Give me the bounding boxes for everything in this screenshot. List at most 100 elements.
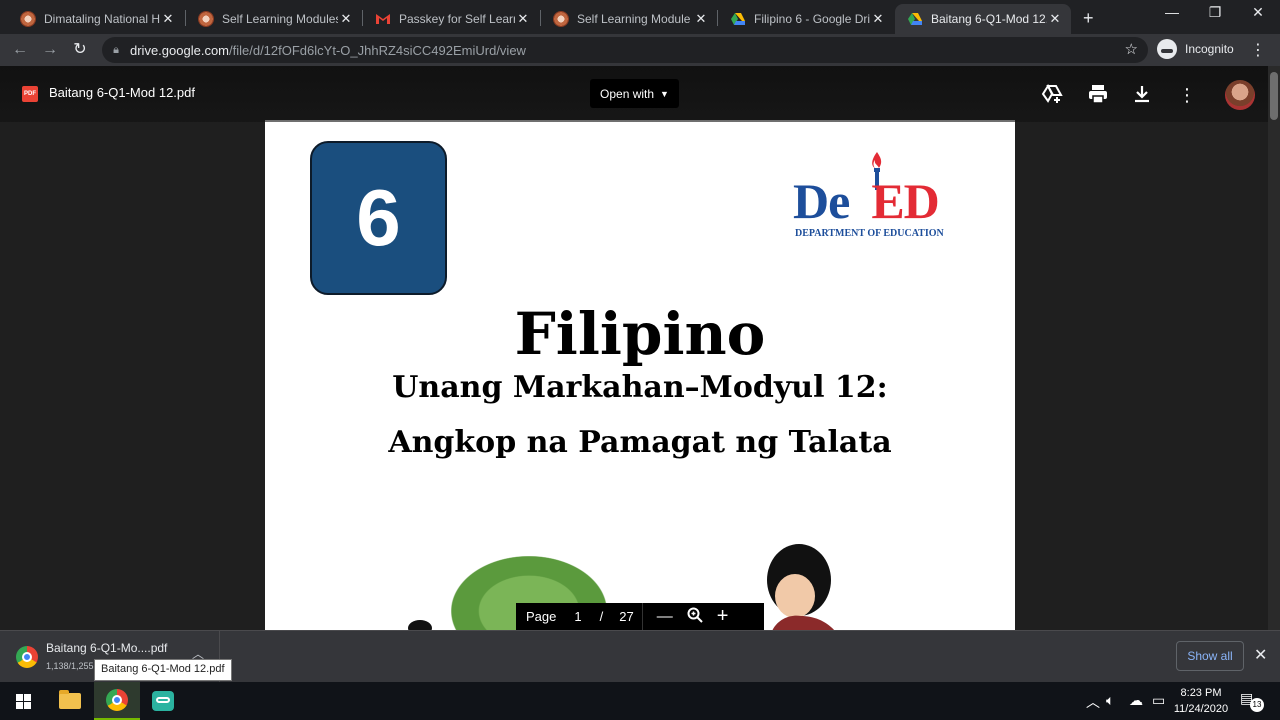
download-progress: 1,138/1,255	[46, 661, 94, 671]
tab-title: Filipino 6 - Google Drive	[754, 12, 870, 26]
grade-number-box: 6	[310, 141, 447, 295]
avatar[interactable]	[1225, 80, 1255, 110]
chrome-taskbar-button[interactable]	[94, 682, 140, 720]
school-seal-icon	[20, 11, 36, 27]
notification-center-icon[interactable]: ▤ 13	[1240, 690, 1264, 712]
system-clock[interactable]: 8:23 PM 11/24/2020	[1170, 685, 1232, 717]
tab-title: Passkey for Self Learnin	[399, 12, 515, 26]
downloads-bar: Baitang 6-Q1-Mo....pdf 1,138/1,255 ︿ Bai…	[0, 630, 1280, 683]
file-title: Baitang 6-Q1-Mod 12.pdf	[49, 85, 195, 100]
start-button[interactable]	[0, 682, 46, 720]
viewer-scrollbar[interactable]	[1268, 66, 1280, 630]
windows-taskbar: ︿ 🔈︎ ☁︎ ▭ 8:23 PM 11/24/2020 ▤ 13	[0, 682, 1280, 720]
close-icon[interactable]: ✕	[1047, 11, 1063, 27]
google-drive-icon	[730, 11, 746, 27]
zoom-out-icon[interactable]: —	[657, 608, 673, 626]
address-bar[interactable]: 🔒︎ drive.google.com/file/d/12fOFd6lcYt-O…	[102, 37, 1148, 63]
document-title: Filipino	[514, 300, 766, 368]
deped-word-left: De	[793, 173, 850, 229]
tab-title: Self Learning Modules	[222, 12, 338, 26]
divider	[641, 603, 643, 630]
onedrive-icon[interactable]: ☁︎	[1129, 692, 1143, 709]
incognito-label: Incognito	[1185, 42, 1234, 56]
download-icon[interactable]	[1130, 83, 1154, 107]
page-separator: /	[599, 609, 604, 624]
tab-title: Self Learning Module D	[577, 12, 693, 26]
tab-passkey[interactable]: Passkey for Self Learnin ✕	[363, 4, 539, 34]
page-controls: Page 1 / 27 — +	[516, 603, 764, 630]
folder-icon	[59, 690, 81, 709]
viewer-header: PDF Baitang 6-Q1-Mod 12.pdf Open with ▼ …	[0, 66, 1280, 122]
tray-chevron-icon[interactable]: ︿	[1086, 692, 1100, 712]
tab-filipino-drive[interactable]: Filipino 6 - Google Drive ✕	[718, 4, 894, 34]
gmail-icon	[375, 11, 391, 27]
incognito-icon	[1157, 39, 1177, 59]
zoom-in-icon[interactable]: +	[717, 605, 729, 628]
incognito-profile-button[interactable]: Incognito	[1157, 39, 1234, 59]
tab-title: Baitang 6-Q1-Mod 12.p	[931, 12, 1047, 26]
clock-time: 8:23 PM	[1180, 687, 1222, 699]
url-path: /file/d/12fOFd6lcYt-O_JhhRZ4siCC492EmiUr…	[229, 42, 526, 58]
close-icon[interactable]: ✕	[160, 11, 176, 27]
download-tooltip: Baitang 6-Q1-Mod 12.pdf	[94, 659, 232, 681]
page-label: Page	[526, 609, 557, 624]
caret-down-icon: ▼	[660, 88, 669, 99]
close-icon[interactable]: ✕	[338, 11, 354, 27]
tab-self-learning-modules[interactable]: Self Learning Modules ✕	[186, 4, 362, 34]
zoom-icon	[687, 607, 703, 626]
more-options-icon[interactable]: ⋮	[1175, 83, 1199, 107]
browser-menu-icon[interactable]: ⋮	[1250, 40, 1266, 60]
document-subtitle-quarter: Unang Markahan–Modyul 12:	[392, 370, 888, 405]
back-icon[interactable]: ←	[9, 39, 31, 61]
new-tab-icon[interactable]: +	[1083, 8, 1094, 29]
windows-logo-icon	[15, 693, 31, 709]
close-icon[interactable]: ✕	[515, 11, 531, 27]
volume-icon[interactable]: 🔈︎	[1106, 692, 1114, 709]
restore-icon[interactable]: ❐	[1195, 4, 1235, 21]
browser-toolbar: ← → ↻ 🔒︎ drive.google.com/file/d/12fOFd6…	[0, 34, 1280, 66]
dark-figure-illustration	[408, 620, 432, 630]
deped-subtitle: DEPARTMENT OF EDUCATION	[795, 228, 944, 239]
open-with-label: Open with	[600, 86, 655, 101]
lock-icon[interactable]: 🔒︎	[102, 44, 130, 57]
scrollbar-thumb[interactable]	[1270, 72, 1278, 120]
tab-self-learning-module-d[interactable]: Self Learning Module D ✕	[541, 4, 717, 34]
window-close-icon[interactable]: ✕	[1238, 4, 1278, 21]
google-drive-icon	[907, 11, 923, 27]
clock-date: 11/24/2020	[1173, 703, 1229, 715]
close-downloads-icon[interactable]: ✕	[1254, 645, 1267, 665]
minimize-icon[interactable]: —	[1152, 4, 1192, 20]
network-icon[interactable]: ▭	[1152, 692, 1165, 709]
forward-icon[interactable]: →	[39, 39, 61, 61]
show-all-button[interactable]: Show all	[1176, 641, 1244, 671]
drive-pdf-viewer: 6 De ED DEPARTMENT OF EDUCATION Filipino …	[0, 66, 1280, 630]
chrome-icon	[106, 689, 128, 711]
deped-logo: De ED DEPARTMENT OF EDUCATION	[793, 150, 973, 245]
tab-strip: Dimataling National Hig ✕ Self Learning …	[0, 0, 1280, 34]
bookmark-star-icon[interactable]: ☆	[1125, 40, 1138, 58]
reload-icon[interactable]: ↻	[69, 39, 91, 61]
school-seal-icon	[553, 11, 569, 27]
file-explorer-button[interactable]	[47, 682, 93, 720]
open-with-button[interactable]: Open with ▼	[590, 79, 679, 108]
school-seal-icon	[198, 11, 214, 27]
deped-word-right: ED	[871, 173, 939, 229]
pdf-page: 6 De ED DEPARTMENT OF EDUCATION Filipino …	[265, 120, 1015, 630]
current-page-input[interactable]: 1	[574, 609, 581, 624]
document-subtitle-topic: Angkop na Pamagat ng Talata	[388, 425, 892, 460]
tab-title: Dimataling National Hig	[44, 12, 160, 26]
app-taskbar-button[interactable]	[140, 682, 186, 720]
teacher-illustration	[767, 544, 835, 630]
total-pages: 27	[619, 609, 634, 624]
print-icon[interactable]	[1086, 83, 1110, 107]
tab-dimataling[interactable]: Dimataling National Hig ✕	[8, 4, 184, 34]
download-item[interactable]: Baitang 6-Q1-Mo....pdf 1,138/1,255 ︿ Bai…	[0, 631, 232, 683]
tab-baitang-active[interactable]: Baitang 6-Q1-Mod 12.p ✕	[895, 4, 1071, 34]
close-icon[interactable]: ✕	[693, 11, 709, 27]
url-host: drive.google.com	[130, 42, 229, 58]
notification-count: 13	[1250, 698, 1264, 712]
add-to-drive-icon[interactable]	[1040, 83, 1064, 107]
close-icon[interactable]: ✕	[870, 11, 886, 27]
deped-wordmark: De ED	[793, 172, 940, 230]
download-file-name: Baitang 6-Q1-Mo....pdf	[46, 641, 168, 655]
